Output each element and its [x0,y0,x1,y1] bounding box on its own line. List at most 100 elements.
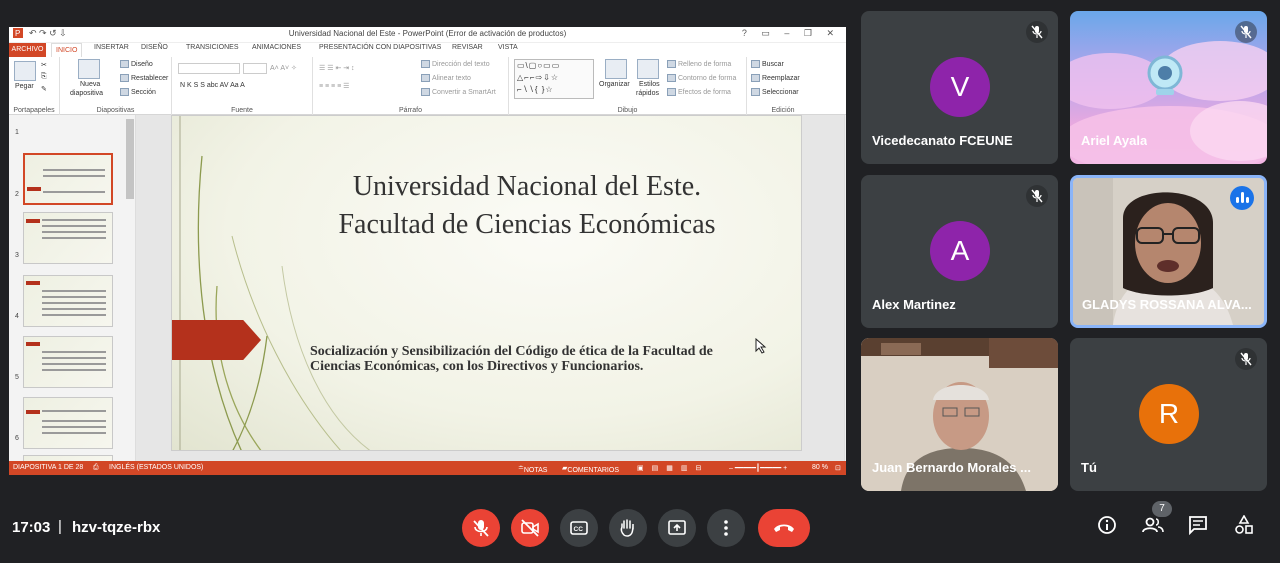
new-slide-icon[interactable] [78,59,100,79]
shapes-gallery[interactable]: ▭\▢○▭▭ △⌐⌐⇨⇩☆ ⌐∖∖{ }☆ [514,59,594,99]
slide-thumbnail[interactable] [23,212,113,264]
slide-thumbnail[interactable] [23,275,113,327]
group-label-dibujo: Dibujo [617,107,638,114]
list-buttons-icon[interactable]: ☰ ☰ ⇤ ⇥ ↕ [319,64,355,72]
participants-button[interactable] [1142,515,1164,540]
text-direction-button[interactable]: Dirección del texto [421,60,490,68]
participant-tile[interactable]: V Vicedecanato FCEUNE [861,11,1058,164]
participant-tile[interactable]: A Alex Martinez [861,175,1058,328]
present-button[interactable] [658,509,696,547]
font-grow-icon[interactable]: A˄ A˅ ✧ [270,64,297,72]
tab-presentacion[interactable]: PRESENTACIÓN CON DIAPOSITIVAS [319,44,441,51]
select-button[interactable]: Seleccionar [751,88,799,96]
select-icon [751,88,760,96]
avatar: V [930,57,990,117]
quick-styles-button-line2[interactable]: rápidos [636,90,659,97]
microphone-button[interactable] [462,509,500,547]
notes-button[interactable]: ≐ NOTAS [518,464,547,474]
zoom-level[interactable]: 80 % [812,464,828,471]
meeting-details-button[interactable] [1097,515,1117,540]
section-button[interactable]: Sección [120,88,156,96]
tab-inicio[interactable]: INICIO [51,43,83,57]
view-buttons[interactable]: ▣▤▦▥⊟ [637,464,709,472]
group-fuente: A˄ A˅ ✧ N K S S abc AV Aa A Fuente [172,57,313,115]
font-family-select[interactable] [178,63,240,74]
format-painter-icon[interactable]: ✎ [41,85,47,93]
participant-name: Alex Martinez [872,297,956,312]
more-options-button[interactable] [707,509,745,547]
thumbnail-number: 6 [15,435,19,442]
fit-slide-icon[interactable]: ⊡ [835,464,841,472]
group-label-edicion: Edición [771,107,795,114]
tab-transiciones[interactable]: TRANSICIONES [186,44,239,51]
language-status[interactable]: INGLÉS (ESTADOS UNIDOS) [109,464,203,471]
smartart-button[interactable]: Convertir a SmartArt [421,88,496,96]
thumbnail-number: 2 [15,191,19,198]
group-label-portapapeles: Portapapeles [13,107,55,114]
text-direction-icon [421,60,430,68]
activities-button[interactable] [1234,514,1254,540]
group-parrafo: ☰ ☰ ⇤ ⇥ ↕ ≡ ≡ ≡ ≡ ☰ Dirección del texto … [313,57,509,115]
replace-button[interactable]: Reemplazar [751,74,800,82]
tab-revisar[interactable]: REVISAR [452,44,483,51]
closed-captions-icon: CC [570,521,588,535]
raise-hand-icon [620,519,634,537]
quick-styles-icon[interactable] [637,59,659,79]
arrange-button[interactable]: Organizar [599,81,630,88]
raise-hand-button[interactable] [609,509,647,547]
speaking-indicator-icon [1230,186,1254,210]
camera-button[interactable] [511,509,549,547]
paste-button[interactable]: Pegar [15,83,34,90]
participant-tile[interactable]: Juan Bernardo Morales ... [861,338,1058,491]
spellcheck-icon[interactable]: ⎙ [93,464,99,472]
copy-icon[interactable]: ⎘ [41,73,47,81]
shape-outline-button[interactable]: Contorno de forma [667,74,736,82]
layout-button[interactable]: Diseño [120,60,153,68]
tab-archivo[interactable]: ARCHIVO [9,43,46,57]
slide-thumbnails-pane[interactable]: 1 2 3 4 5 6 [9,115,136,461]
reset-button[interactable]: Restablecer [120,74,168,82]
cut-icon[interactable]: ✂ [41,61,47,69]
slide-thumbnail[interactable] [23,397,113,449]
font-format-buttons[interactable]: N K S S abc AV Aa A [180,82,245,89]
current-slide[interactable]: Universidad Nacional del Este. Facultad … [171,115,802,451]
shape-outline-icon [667,74,676,82]
new-slide-button[interactable]: Nueva [80,81,100,88]
participant-tile[interactable]: Ariel Ayala [1070,11,1267,164]
thumbnails-scrollbar[interactable] [126,119,134,199]
window-controls[interactable]: ? ▭ – ❐ ✕ [742,28,840,39]
font-size-select[interactable] [243,63,267,74]
captions-button[interactable]: CC [560,509,598,547]
thumbnail-number: 5 [15,374,19,381]
zoom-slider[interactable]: – ━━━━━┃━━━━━ + [729,464,787,472]
quick-styles-button[interactable]: Estilos [639,81,660,88]
chat-button[interactable] [1188,515,1208,540]
tab-animaciones[interactable]: ANIMACIONES [252,44,301,51]
present-screen-icon [668,520,686,535]
leave-call-button[interactable] [758,509,810,547]
comments-button[interactable]: ▰ COMENTARIOS [562,464,619,474]
slide-subtitle[interactable]: Socialización y Sensibilización del Códi… [310,344,730,374]
shape-effects-button[interactable]: Efectos de forma [667,88,731,96]
align-text-button[interactable]: Alinear texto [421,74,471,82]
tab-insertar[interactable]: INSERTAR [94,44,129,51]
editor-scrollbar[interactable] [844,115,846,461]
find-label: Buscar [762,60,784,68]
arrange-icon[interactable] [605,59,627,79]
slide-thumbnail[interactable] [23,336,113,388]
activities-shapes-icon [1235,514,1253,534]
tab-vista[interactable]: VISTA [498,44,518,51]
find-icon [751,60,760,68]
new-slide-button-line2[interactable]: diapositiva [70,90,103,97]
paste-icon[interactable] [14,61,36,81]
mic-off-icon [473,520,489,537]
slide-title[interactable]: Universidad Nacional del Este. Facultad … [292,168,762,244]
meeting-code[interactable]: hzv-tqze-rbx [72,519,160,536]
participant-tile-active-speaker[interactable]: GLADYS ROSSANA ALVA... [1070,175,1267,328]
shape-fill-button[interactable]: Relleno de forma [667,60,731,68]
align-buttons-icon[interactable]: ≡ ≡ ≡ ≡ ☰ [319,82,349,90]
participant-tile-self[interactable]: R Tú [1070,338,1267,491]
slide-thumbnail[interactable] [23,153,113,205]
tab-diseno[interactable]: DISEÑO [141,44,168,51]
find-button[interactable]: Buscar [751,60,784,68]
